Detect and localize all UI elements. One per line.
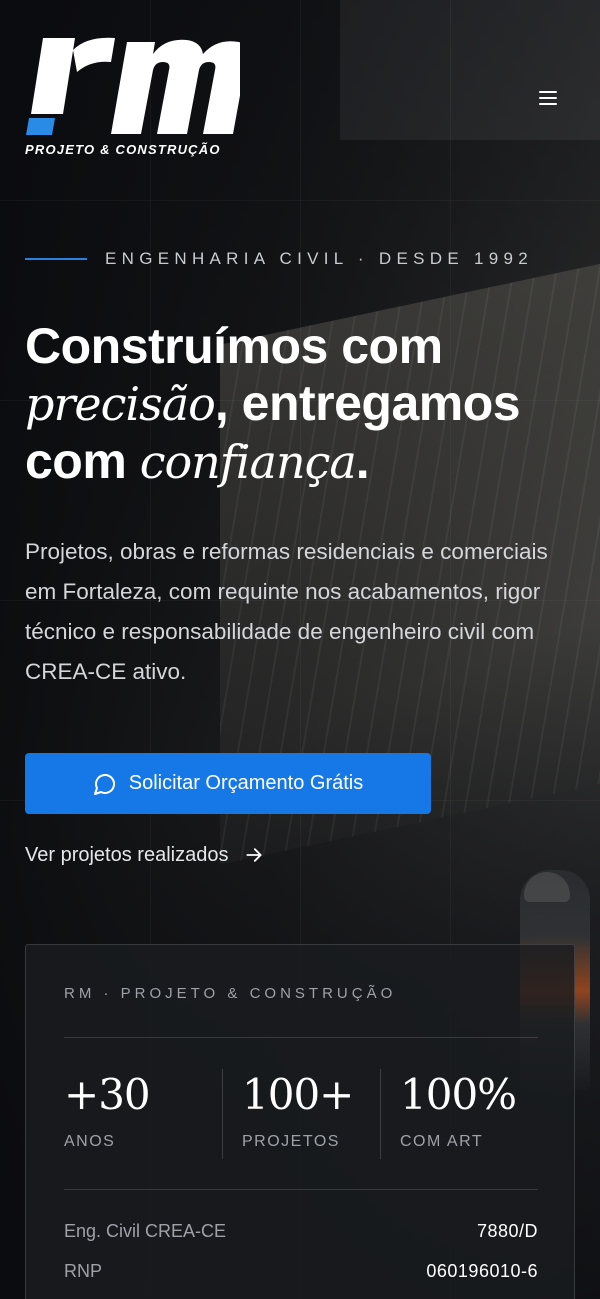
site-header: PROJETO & CONSTRUÇÃO <box>0 0 600 180</box>
eyebrow-accent-line <box>25 258 87 260</box>
hero-eyebrow: ENGENHARIA CIVIL · DESDE 1992 <box>25 247 585 271</box>
chat-bubble-icon <box>93 773 115 795</box>
card-divider <box>64 1189 538 1190</box>
request-quote-button[interactable]: Solicitar Orçamento Grátis <box>25 753 431 814</box>
request-quote-label: Solicitar Orçamento Grátis <box>128 772 364 794</box>
hamburger-menu-icon[interactable] <box>534 86 562 110</box>
rm-logo-mark <box>26 37 240 135</box>
stat-art: 100% COM ART <box>400 1069 517 1159</box>
stat-years: +30 ANOS <box>64 1069 151 1159</box>
stats-row: +30 ANOS 100+ PROJETOS 100% COM ART <box>64 1069 538 1159</box>
stat-label: PROJETOS <box>242 1133 340 1150</box>
stat-value: +30 <box>64 1070 151 1119</box>
credential-value: 060196010-6 <box>426 1260 538 1281</box>
card-title: RM · PROJETO & CONSTRUÇÃO <box>64 985 397 1002</box>
stat-value: 100% <box>400 1070 517 1119</box>
stat-separator <box>380 1069 381 1159</box>
arrow-right-icon <box>246 848 263 862</box>
company-credentials-card: RM · PROJETO & CONSTRUÇÃO +30 ANOS 100+ … <box>25 944 575 1299</box>
view-projects-label: Ver projetos realizados <box>25 843 229 866</box>
hero-lead-paragraph: Projetos, obras e reformas residenciais … <box>25 539 548 684</box>
logo-tagline: PROJETO & CONSTRUÇÃO <box>25 142 221 157</box>
credential-key: RNP <box>64 1260 103 1281</box>
view-projects-link[interactable]: Ver projetos realizados <box>25 840 264 870</box>
stat-label: COM ART <box>400 1133 484 1150</box>
headline-end: . <box>355 433 370 489</box>
headline-part1: Construímos com <box>25 318 443 374</box>
stat-label: ANOS <box>64 1133 116 1150</box>
eyebrow-text: ENGENHARIA CIVIL · DESDE 1992 <box>105 249 533 268</box>
hero-headline: Construímos com precisão, entregamos com… <box>25 318 585 491</box>
stat-projects: 100+ PROJETOS <box>242 1069 354 1159</box>
credential-value: 7880/D <box>476 1220 538 1241</box>
credential-key: Eng. Civil CREA-CE <box>64 1220 227 1241</box>
brand-logo[interactable]: PROJETO & CONSTRUÇÃO <box>25 36 240 160</box>
stat-value: 100+ <box>242 1070 354 1119</box>
headline-italic-precisao: precisão <box>25 377 216 431</box>
credential-row-rnp: RNP 060196010-6 <box>64 1257 538 1285</box>
stat-separator <box>222 1069 223 1159</box>
credential-row-crea: Eng. Civil CREA-CE 7880/D <box>64 1217 538 1245</box>
headline-italic-confianca: confiança <box>139 435 357 489</box>
card-divider <box>64 1037 538 1038</box>
